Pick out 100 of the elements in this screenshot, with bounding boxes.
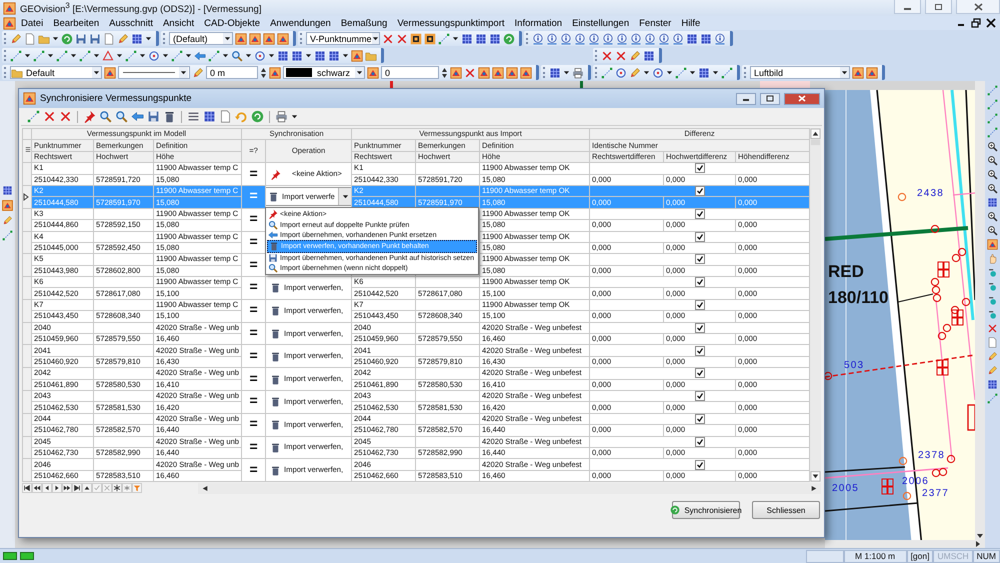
checkbox[interactable] <box>694 391 705 402</box>
menu-item[interactable]: Datei <box>16 18 48 28</box>
menu-item[interactable]: Ansicht <box>158 18 200 28</box>
arrow-icon[interactable] <box>131 110 144 123</box>
grid-icon[interactable] <box>698 66 710 78</box>
scrollbar[interactable] <box>825 81 985 548</box>
info-icon[interactable] <box>672 32 684 44</box>
pencil-icon[interactable] <box>629 66 641 78</box>
layer-icon[interactable] <box>520 66 532 78</box>
grid-icon[interactable] <box>987 379 998 390</box>
ball-icon[interactable] <box>987 281 998 292</box>
line-width-field[interactable]: 0 m <box>206 66 258 79</box>
layer-icon[interactable] <box>2 200 13 211</box>
checkbox[interactable] <box>694 322 705 333</box>
grid-icon[interactable] <box>314 50 326 62</box>
layer-icon[interactable] <box>235 32 247 44</box>
grid-icon[interactable] <box>475 32 487 44</box>
grid-icon[interactable] <box>549 66 561 78</box>
cross-icon[interactable] <box>601 50 613 62</box>
asterisk-icon[interactable] <box>112 483 122 494</box>
scrollbar[interactable] <box>810 128 821 482</box>
background-dropdown[interactable]: Luftbild <box>750 66 850 79</box>
ball-icon[interactable] <box>987 295 998 306</box>
caret-icon[interactable] <box>24 52 31 59</box>
checkbox[interactable] <box>694 208 705 219</box>
checkbox[interactable] <box>694 186 705 196</box>
close-button[interactable] <box>985 18 997 28</box>
square-icon[interactable] <box>424 32 436 44</box>
caret-icon[interactable] <box>93 69 100 76</box>
menu-item[interactable]: Anwendungen <box>265 18 336 28</box>
grid-icon[interactable] <box>987 197 998 208</box>
layer-icon[interactable] <box>852 66 864 78</box>
menu-item[interactable]: Bemaßung <box>336 18 392 28</box>
cross-icon[interactable] <box>615 50 627 62</box>
square-icon[interactable] <box>410 32 422 44</box>
checkbox[interactable] <box>694 300 705 310</box>
caret-icon[interactable] <box>643 69 650 76</box>
synchronize-button[interactable]: Synchronisieren <box>672 501 740 520</box>
caret-icon[interactable] <box>841 69 848 76</box>
point-line-icon[interactable] <box>27 110 40 123</box>
layer-icon[interactable] <box>249 32 261 44</box>
caret-icon[interactable] <box>139 52 146 59</box>
info-icon[interactable] <box>714 32 726 44</box>
line-style-dropdown[interactable] <box>118 66 190 79</box>
maximize-button[interactable] <box>925 0 952 14</box>
grid-icon[interactable] <box>203 110 216 123</box>
check-icon[interactable] <box>92 483 102 494</box>
pin-icon[interactable] <box>83 110 96 123</box>
caret-icon[interactable] <box>70 52 77 59</box>
caret-icon[interactable] <box>116 52 123 59</box>
pencil-icon[interactable] <box>2 215 13 226</box>
caret-icon[interactable] <box>245 52 252 59</box>
layer-icon[interactable] <box>351 50 363 62</box>
refresh-icon[interactable] <box>503 32 515 44</box>
info-icon[interactable] <box>602 32 614 44</box>
spinner-icon[interactable] <box>441 66 448 78</box>
point-line-icon[interactable] <box>987 393 998 404</box>
cross-icon[interactable] <box>59 110 72 123</box>
restore-button[interactable] <box>970 18 982 28</box>
line-icon[interactable] <box>187 110 200 123</box>
hand-icon[interactable] <box>987 253 998 264</box>
grid-icon[interactable] <box>277 50 289 62</box>
point-line-icon[interactable] <box>601 66 613 78</box>
grid-icon[interactable] <box>686 32 698 44</box>
label-dropdown[interactable]: V-Punktnumme <box>306 32 380 45</box>
info-icon[interactable] <box>588 32 600 44</box>
caret-icon[interactable] <box>47 52 54 59</box>
point-line-icon[interactable] <box>987 99 998 110</box>
pencil-icon[interactable] <box>117 32 129 44</box>
caret-icon[interactable] <box>162 52 169 59</box>
pencil-icon[interactable] <box>192 66 204 78</box>
refresh-icon[interactable] <box>251 110 264 123</box>
zoom-icon[interactable] <box>987 225 998 236</box>
info-icon[interactable] <box>546 32 558 44</box>
menu-item[interactable]: CAD-Objekte <box>199 18 266 28</box>
caret-icon[interactable] <box>224 35 231 42</box>
caret-icon[interactable] <box>372 35 379 42</box>
caret-icon[interactable] <box>342 52 349 59</box>
caret-icon[interactable] <box>52 35 59 42</box>
caret-icon[interactable] <box>185 52 192 59</box>
grid-icon[interactable] <box>328 50 340 62</box>
caret-icon[interactable] <box>712 69 719 76</box>
previous-page-icon[interactable] <box>32 483 42 494</box>
menu-item[interactable]: Hilfe <box>676 18 706 28</box>
layer-icon[interactable] <box>367 66 379 78</box>
triangle-icon[interactable] <box>102 50 114 62</box>
spinner-icon[interactable] <box>260 66 267 78</box>
caret-icon[interactable] <box>93 52 100 59</box>
checkbox[interactable] <box>694 346 705 356</box>
info-icon[interactable] <box>630 32 642 44</box>
zoom-icon[interactable] <box>987 169 998 180</box>
ball-icon[interactable] <box>987 309 998 320</box>
zoom-icon[interactable] <box>987 211 998 222</box>
grid-icon[interactable] <box>489 32 501 44</box>
pencil-icon[interactable] <box>987 365 998 376</box>
magnifier-icon[interactable] <box>231 50 243 62</box>
info-icon[interactable] <box>644 32 656 44</box>
point-line-icon[interactable] <box>2 230 13 241</box>
checkbox[interactable] <box>694 460 705 470</box>
document-icon[interactable] <box>103 32 115 44</box>
